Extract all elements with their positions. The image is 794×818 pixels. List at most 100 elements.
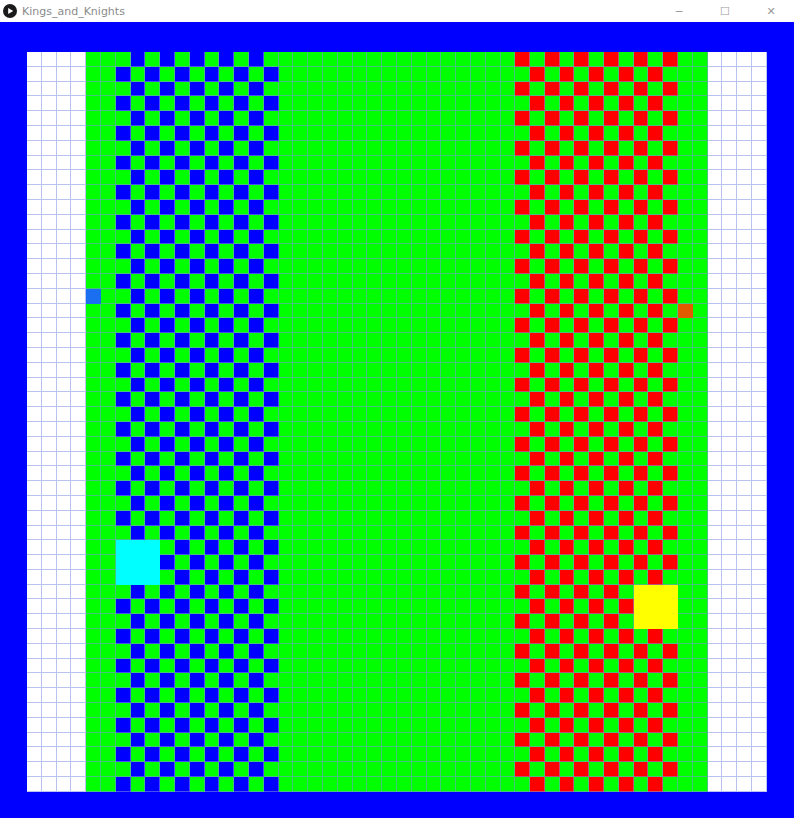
- board-cell[interactable]: [722, 215, 737, 230]
- board-cell[interactable]: [353, 200, 368, 215]
- board-cell[interactable]: [219, 392, 234, 407]
- board-cell[interactable]: [619, 378, 634, 393]
- board-cell[interactable]: [338, 496, 353, 511]
- board-cell[interactable]: [589, 481, 604, 496]
- board-cell[interactable]: [353, 348, 368, 363]
- board-cell[interactable]: [648, 259, 663, 274]
- board-cell[interactable]: [693, 466, 708, 481]
- board-cell[interactable]: [486, 156, 501, 171]
- board-cell[interactable]: [752, 496, 767, 511]
- board-cell[interactable]: [589, 333, 604, 348]
- board-cell[interactable]: [190, 244, 205, 259]
- board-cell[interactable]: [264, 555, 279, 570]
- board-cell[interactable]: [382, 348, 397, 363]
- board-cell[interactable]: [42, 378, 57, 393]
- board-cell[interactable]: [57, 496, 72, 511]
- board-cell[interactable]: [27, 392, 42, 407]
- board-cell[interactable]: [249, 230, 264, 245]
- board-cell[interactable]: [279, 185, 294, 200]
- board-cell[interactable]: [190, 215, 205, 230]
- board-cell[interactable]: [175, 481, 190, 496]
- board-cell[interactable]: [293, 230, 308, 245]
- board-cell[interactable]: [456, 304, 471, 319]
- board-cell[interactable]: [42, 437, 57, 452]
- board-cell[interactable]: [353, 585, 368, 600]
- board-cell[interactable]: [264, 170, 279, 185]
- board-cell[interactable]: [530, 141, 545, 156]
- board-cell[interactable]: [634, 156, 649, 171]
- board-cell[interactable]: [323, 274, 338, 289]
- board-cell[interactable]: [752, 422, 767, 437]
- board-cell[interactable]: [634, 333, 649, 348]
- board-cell[interactable]: [116, 52, 131, 67]
- board-cell[interactable]: [619, 96, 634, 111]
- board-cell[interactable]: [441, 200, 456, 215]
- board-cell[interactable]: [116, 422, 131, 437]
- board-cell[interactable]: [427, 378, 442, 393]
- board-cell[interactable]: [678, 466, 693, 481]
- board-cell[interactable]: [205, 511, 220, 526]
- board-cell[interactable]: [412, 407, 427, 422]
- board-cell[interactable]: [323, 585, 338, 600]
- board-cell[interactable]: [397, 614, 412, 629]
- board-cell[interactable]: [589, 555, 604, 570]
- board-cell[interactable]: [574, 348, 589, 363]
- board-cell[interactable]: [27, 570, 42, 585]
- board-cell[interactable]: [264, 156, 279, 171]
- board-cell[interactable]: [160, 407, 175, 422]
- board-cell[interactable]: [515, 52, 530, 67]
- board-cell[interactable]: [145, 452, 160, 467]
- board-cell[interactable]: [219, 407, 234, 422]
- board-cell[interactable]: [86, 466, 101, 481]
- board-cell[interactable]: [382, 96, 397, 111]
- board-cell[interactable]: [574, 333, 589, 348]
- board-cell[interactable]: [234, 96, 249, 111]
- board-cell[interactable]: [279, 363, 294, 378]
- board-cell[interactable]: [752, 230, 767, 245]
- board-cell[interactable]: [86, 170, 101, 185]
- board-cell[interactable]: [574, 156, 589, 171]
- board-cell[interactable]: [293, 481, 308, 496]
- board-cell[interactable]: [441, 348, 456, 363]
- board-cell[interactable]: [515, 244, 530, 259]
- board-cell[interactable]: [708, 111, 723, 126]
- board-cell[interactable]: [471, 629, 486, 644]
- board-cell[interactable]: [353, 481, 368, 496]
- board-cell[interactable]: [427, 363, 442, 378]
- board-cell[interactable]: [219, 599, 234, 614]
- board-cell[interactable]: [367, 555, 382, 570]
- board-cell[interactable]: [456, 466, 471, 481]
- board-cell[interactable]: [279, 511, 294, 526]
- board-cell[interactable]: [308, 585, 323, 600]
- board-cell[interactable]: [382, 392, 397, 407]
- board-cell[interactable]: [427, 170, 442, 185]
- board-cell[interactable]: [501, 304, 516, 319]
- board-cell[interactable]: [663, 289, 678, 304]
- board-cell[interactable]: [353, 111, 368, 126]
- board-cell[interactable]: [57, 141, 72, 156]
- board-cell[interactable]: [427, 141, 442, 156]
- board-cell[interactable]: [515, 452, 530, 467]
- board-cell[interactable]: [57, 67, 72, 82]
- board-cell[interactable]: [441, 407, 456, 422]
- board-cell[interactable]: [441, 333, 456, 348]
- board-cell[interactable]: [560, 526, 575, 541]
- board-cell[interactable]: [219, 185, 234, 200]
- board-cell[interactable]: [338, 540, 353, 555]
- board-cell[interactable]: [471, 333, 486, 348]
- board-cell[interactable]: [530, 526, 545, 541]
- board-cell[interactable]: [545, 599, 560, 614]
- board-cell[interactable]: [71, 185, 86, 200]
- board-cell[interactable]: [234, 244, 249, 259]
- board-cell[interactable]: [619, 67, 634, 82]
- board-cell[interactable]: [293, 111, 308, 126]
- board-cell[interactable]: [27, 363, 42, 378]
- board-cell[interactable]: [308, 82, 323, 97]
- board-cell[interactable]: [131, 259, 146, 274]
- board-cell[interactable]: [752, 378, 767, 393]
- board-cell[interactable]: [190, 466, 205, 481]
- board-cell[interactable]: [456, 82, 471, 97]
- board-cell[interactable]: [190, 333, 205, 348]
- board-cell[interactable]: [279, 348, 294, 363]
- board-cell[interactable]: [234, 126, 249, 141]
